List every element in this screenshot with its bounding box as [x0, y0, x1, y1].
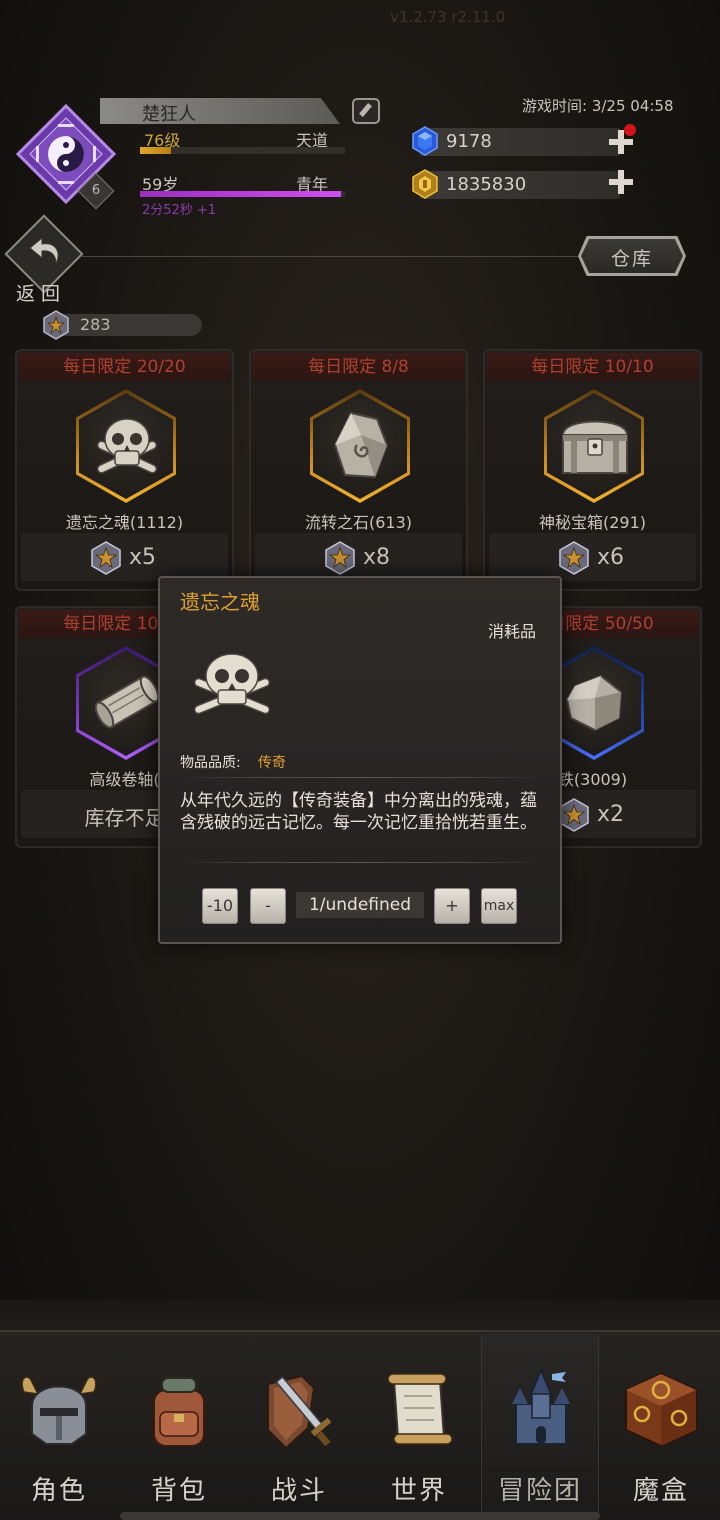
- sword-shield-icon: [267, 1374, 332, 1450]
- warehouse-label[interactable]: 仓库: [581, 244, 683, 271]
- item-price: x5: [129, 545, 157, 570]
- item-name: 流转之石(613): [304, 513, 413, 532]
- minus-10-button[interactable]: -10: [202, 888, 238, 924]
- item-name: 遗忘之魂(1112): [65, 513, 184, 532]
- daily-limit: 每日限定 20/20: [19, 353, 230, 381]
- edit-name-icon[interactable]: [352, 98, 380, 124]
- item-description: 从年代久远的【传奇装备】中分离出的残魂，蕴含残破的远古记忆。每一次记忆重拾恍若重…: [180, 791, 537, 833]
- popup-divider: [180, 777, 542, 778]
- popup-item-type: 消耗品: [488, 622, 537, 641]
- nav-label: 世界: [390, 1476, 447, 1506]
- back-label[interactable]: 返回: [16, 279, 66, 306]
- nav-label: 角色: [30, 1476, 87, 1506]
- popup-item-title: 遗忘之魂: [180, 590, 260, 614]
- star-token-icon: [559, 541, 589, 575]
- game-time: 游戏时间: 3/25 04:58: [522, 97, 674, 115]
- shop-card[interactable]: 每日限定 10/10 神秘宝箱(291) x6: [483, 349, 702, 591]
- back-arrow-icon: [29, 236, 59, 265]
- scroll-icon: [94, 675, 160, 729]
- nav-label: 魔盒: [632, 1476, 689, 1506]
- daily-limit: 每日限定 10/10: [487, 353, 698, 381]
- name-bar: [100, 98, 340, 124]
- item-name: 神秘宝箱(291): [538, 513, 647, 532]
- gem-count: 9178: [446, 131, 492, 152]
- lifespan-bar: [140, 191, 345, 197]
- regen-timer: 2分52秒 +1: [142, 203, 217, 218]
- item-price: x2: [597, 802, 625, 827]
- quality-label: 物品品质:: [180, 755, 241, 771]
- popup-divider: [180, 862, 542, 863]
- level-progress-fill: [140, 147, 171, 154]
- star-token-icon: [43, 310, 69, 340]
- skull-icon: [193, 653, 271, 715]
- plus-1-button[interactable]: +: [434, 888, 470, 924]
- nav-item-backpack[interactable]: 背包: [120, 1334, 238, 1518]
- nav-label: 背包: [150, 1476, 207, 1506]
- skull-icon: [96, 418, 158, 474]
- shop-card[interactable]: 每日限定 8/8 流转之石(613) x8: [249, 349, 468, 591]
- magic-box-icon: [625, 1372, 697, 1448]
- nav-item-battle[interactable]: 战斗: [240, 1334, 358, 1518]
- backpack-icon: [153, 1377, 205, 1447]
- item-price: x8: [363, 545, 391, 570]
- star-token-icon: [325, 541, 355, 575]
- home-indicator: [120, 1512, 600, 1520]
- nav-label: 冒险团: [497, 1476, 582, 1506]
- nav-label: 战斗: [270, 1476, 327, 1506]
- star-token-icon: [559, 798, 589, 832]
- nav-item-adventure-team[interactable]: 冒险团: [481, 1334, 599, 1518]
- buy-button[interactable]: x8: [255, 533, 462, 581]
- nav-item-character[interactable]: 角色: [0, 1334, 118, 1518]
- chest-icon: [561, 420, 629, 474]
- quality-value: 传奇: [258, 755, 286, 771]
- notification-dot: [624, 124, 636, 136]
- quantity-display: 1/undefined: [296, 892, 424, 918]
- minus-1-button[interactable]: -: [250, 888, 286, 924]
- helmet-icon: [21, 1376, 97, 1445]
- level-progress-bar: [140, 147, 345, 154]
- add-gold-icon[interactable]: [609, 170, 633, 194]
- blue-gem-icon: [412, 126, 438, 156]
- shop-card[interactable]: 每日限定 20/20 遗忘之魂(1112) x5: [15, 349, 234, 591]
- buy-button[interactable]: x5: [21, 533, 228, 581]
- star-token-icon: [91, 541, 121, 575]
- castle-icon: [512, 1367, 570, 1445]
- nav-item-magic-box[interactable]: 魔盒: [602, 1334, 720, 1518]
- lifespan-fill: [140, 191, 341, 197]
- gold-coin-icon: [412, 169, 438, 199]
- buy-button[interactable]: x6: [489, 533, 696, 581]
- daily-limit: 每日限定 8/8: [253, 353, 464, 381]
- nav-shadow: [0, 1300, 720, 1330]
- token-count: 283: [80, 315, 111, 334]
- nav-item-world[interactable]: 世界: [360, 1334, 478, 1518]
- gold-count: 1835830: [446, 174, 527, 195]
- max-button[interactable]: max: [481, 888, 517, 924]
- header-divider: [82, 256, 582, 257]
- version-text: v1.2.73 r2.11.0: [390, 8, 506, 26]
- map-scroll-icon: [387, 1373, 453, 1445]
- stone-icon: [333, 411, 389, 479]
- item-price: x6: [597, 545, 625, 570]
- player-name: 楚狂人: [142, 104, 196, 125]
- ore-icon: [565, 674, 623, 732]
- vip-level-text: 6: [91, 183, 101, 198]
